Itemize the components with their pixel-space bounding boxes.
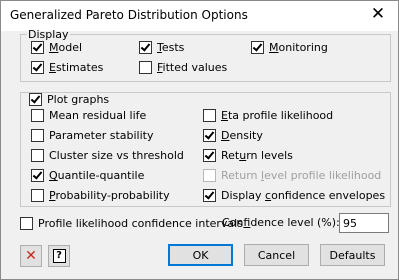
defaults-button[interactable]: Defaults xyxy=(320,244,385,266)
eta-profile-likelihood-check-box[interactable] xyxy=(203,109,216,122)
tests-check-box[interactable] xyxy=(139,41,152,54)
return-level-profile-checkbox: Return level profile likelihood xyxy=(203,169,381,182)
quantile-quantile-checkbox[interactable]: Quantile-quantile xyxy=(31,169,144,182)
cluster-size-checkbox[interactable]: Cluster size vs threshold xyxy=(31,149,184,162)
ok-button[interactable]: OK xyxy=(168,244,233,266)
monitoring-checkbox[interactable]: Monitoring xyxy=(251,41,328,54)
cluster-size-check-box[interactable] xyxy=(31,149,44,162)
ok-label: OK xyxy=(192,248,209,262)
quantile-quantile-label: Quantile-quantile xyxy=(49,169,145,182)
profile-ci-check-box[interactable] xyxy=(20,217,33,230)
model-check-box[interactable] xyxy=(31,41,44,54)
plot-graphs-checkbox[interactable]: Plot graphs xyxy=(27,93,112,106)
parameter-stability-checkbox[interactable]: Parameter stability xyxy=(31,129,153,142)
return-level-profile-label: Return level profile likelihood xyxy=(221,169,382,182)
dialog-title: Generalized Pareto Distribution Options xyxy=(10,8,248,22)
cancel-label: Cancel xyxy=(257,248,296,262)
profile-ci-checkbox[interactable]: Profile likelihood confidence intervals xyxy=(20,217,243,230)
help-icon: ? xyxy=(52,249,66,263)
fitted-values-checkbox[interactable]: Fitted values xyxy=(139,61,227,74)
clear-icon: ✕ xyxy=(25,248,37,264)
parameter-stability-check-box[interactable] xyxy=(31,129,44,142)
probability-probability-check-box[interactable] xyxy=(31,189,44,202)
plot-graphs-check-box[interactable] xyxy=(29,93,42,106)
density-checkbox[interactable]: Density xyxy=(203,129,263,142)
eta-profile-likelihood-checkbox[interactable]: Eta profile likelihood xyxy=(203,109,333,122)
density-check-box[interactable] xyxy=(203,129,216,142)
mean-residual-life-label: Mean residual life xyxy=(49,109,147,122)
fitted-values-label: Fitted values xyxy=(157,61,228,74)
estimates-check-box[interactable] xyxy=(31,61,44,74)
parameter-stability-label: Parameter stability xyxy=(49,129,154,142)
tests-checkbox[interactable]: Tests xyxy=(139,41,184,54)
quantile-quantile-check-box[interactable] xyxy=(31,169,44,182)
eta-profile-likelihood-label: Eta profile likelihood xyxy=(221,109,334,122)
close-icon[interactable]: ✕ xyxy=(368,4,388,24)
monitoring-label: Monitoring xyxy=(269,41,328,54)
title-bar: Generalized Pareto Distribution Options … xyxy=(1,1,398,31)
display-legend: Display xyxy=(28,28,69,41)
fitted-values-check-box[interactable] xyxy=(139,61,152,74)
model-label: Model xyxy=(49,41,83,54)
display-confidence-envelopes-label: Display confidence envelopes xyxy=(221,189,386,202)
confidence-level-input[interactable] xyxy=(339,213,389,233)
model-checkbox[interactable]: Model xyxy=(31,41,82,54)
help-button[interactable]: ? xyxy=(48,245,70,267)
return-levels-checkbox[interactable]: Return levels xyxy=(203,149,293,162)
probability-probability-checkbox[interactable]: Probability-probability xyxy=(31,189,170,202)
probability-probability-label: Probability-probability xyxy=(49,189,170,202)
display-confidence-envelopes-check-box[interactable] xyxy=(203,189,216,202)
cancel-button[interactable]: Cancel xyxy=(244,244,309,266)
profile-ci-label: Profile likelihood confidence intervals xyxy=(38,217,243,230)
cluster-size-label: Cluster size vs threshold xyxy=(49,149,184,162)
confidence-level-label: Confidence level (%): xyxy=(222,216,340,229)
return-level-profile-check-box xyxy=(203,169,216,182)
mean-residual-life-checkbox[interactable]: Mean residual life xyxy=(31,109,146,122)
estimates-checkbox[interactable]: Estimates xyxy=(31,61,103,74)
monitoring-check-box[interactable] xyxy=(251,41,264,54)
options-dialog: Generalized Pareto Distribution Options … xyxy=(0,0,399,280)
clear-button[interactable]: ✕ xyxy=(20,245,42,267)
return-levels-label: Return levels xyxy=(221,149,293,162)
display-confidence-envelopes-checkbox[interactable]: Display confidence envelopes xyxy=(203,189,385,202)
mean-residual-life-check-box[interactable] xyxy=(31,109,44,122)
defaults-label: Defaults xyxy=(329,248,376,262)
plot-graphs-label: Plot graphs xyxy=(47,93,110,106)
density-label: Density xyxy=(221,129,263,142)
tests-label: Tests xyxy=(157,41,185,54)
return-levels-check-box[interactable] xyxy=(203,149,216,162)
estimates-label: Estimates xyxy=(49,61,104,74)
